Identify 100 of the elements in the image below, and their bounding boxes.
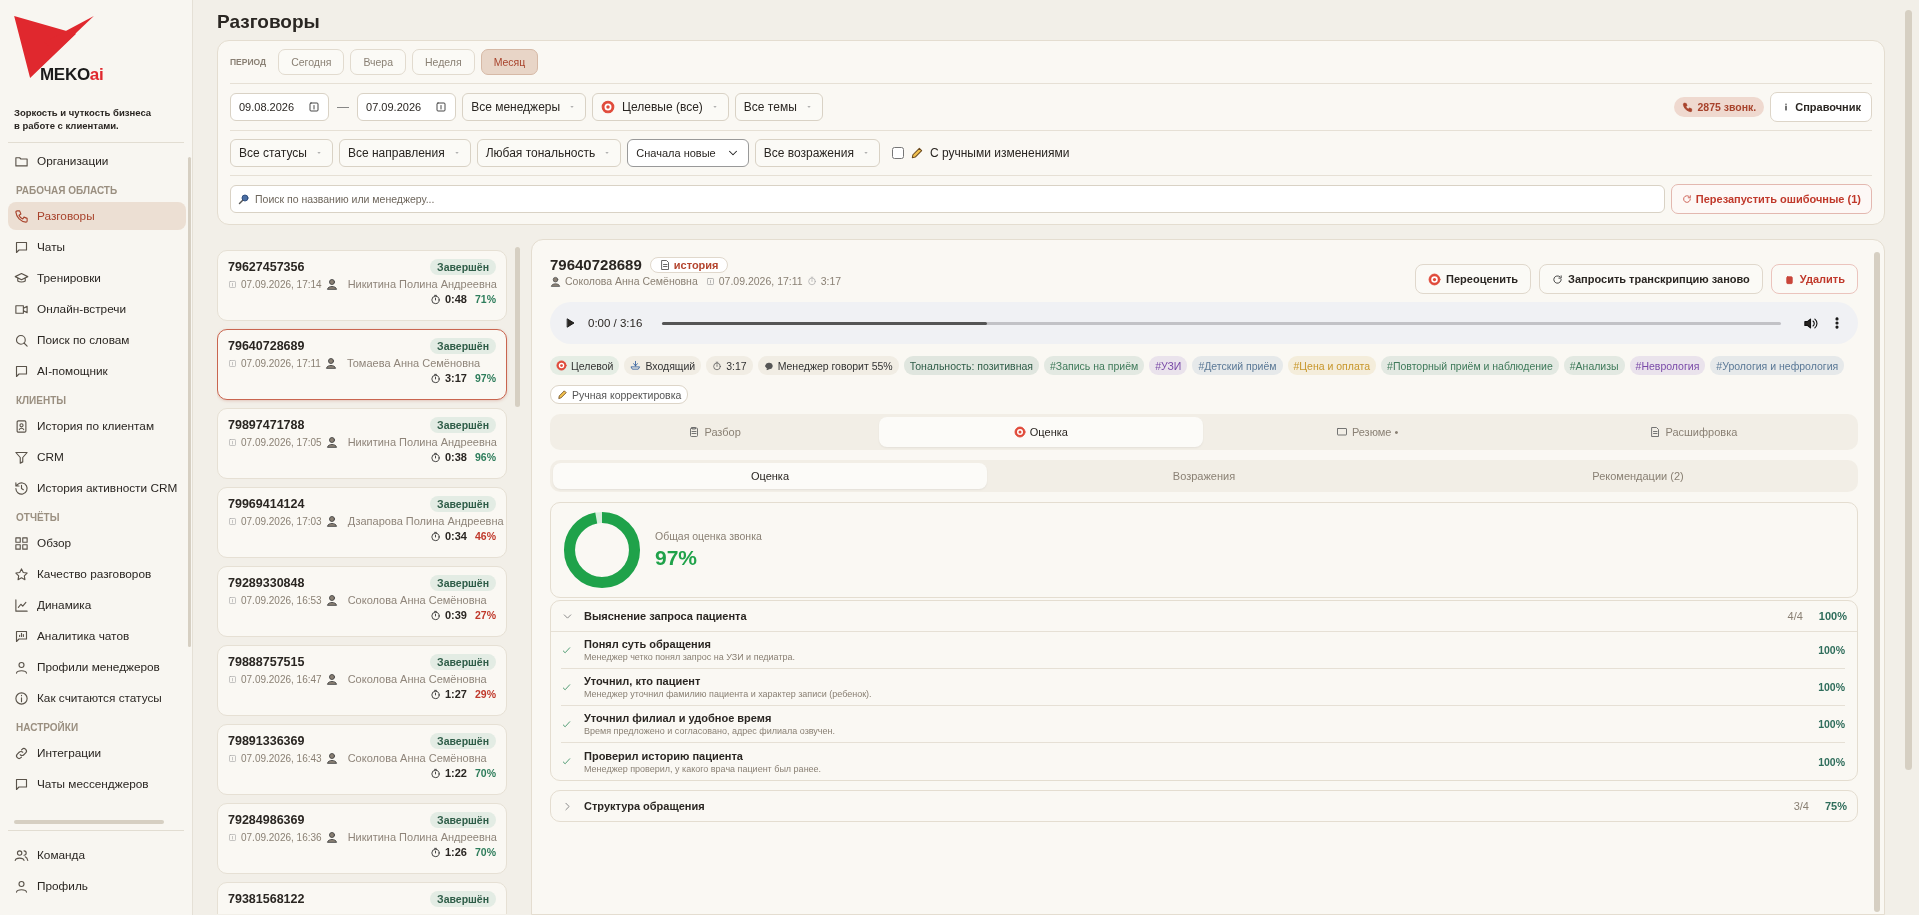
nav-item[interactable]: Динамика [8,591,186,619]
call-date: 07.09.2026, 17:11 [718,275,803,287]
dropdown[interactable]: Все возражения [754,139,880,167]
grid-icon [14,535,29,551]
call-card[interactable]: 79891336369 Завершён 07.09.2026, 16:43 Соколова Анна Семёновна 1:22 70% [217,724,507,795]
criterion-percent: 100% [1818,681,1845,693]
call-card[interactable]: 79640728689 Завершён 07.09.2026, 17:11 Томаева Анна Семёновна 3:17 97% [217,329,507,400]
calendar-icon [228,753,237,763]
scrollbar-thumb[interactable] [1905,10,1912,770]
target-icon [601,100,616,114]
nav-item[interactable]: Профиль [8,872,184,900]
tab[interactable]: Расшифровка [1531,417,1855,447]
person-icon [550,275,561,287]
nav-item[interactable]: Аналитика чатов [8,622,186,650]
tab[interactable]: Оценка [879,417,1203,447]
call-duration: 0:39 [444,609,467,621]
period-label: ПЕРИОД [230,57,267,67]
nav-item[interactable]: Чаты [8,233,186,261]
call-card[interactable]: 79289330848 Завершён 07.09.2026, 16:53 Соколова Анна Семёновна 0:39 27% [217,566,507,637]
date-separator: — [337,100,350,114]
nav-item[interactable]: Поиск по словам [8,326,186,354]
rescore-button[interactable]: Переоценить [1415,264,1532,294]
tag-chip: Ручная корректировка [550,385,689,404]
monitor-icon [1335,426,1348,438]
call-duration: 3:17 [820,275,842,287]
reference-button[interactable]: Справочник [1770,92,1872,122]
dropdown[interactable]: Все менеджеры [462,93,587,121]
refresh-icon [1681,194,1692,204]
calls-count-badge: 2875 звонк. [1674,97,1765,117]
nav-item[interactable]: Организации [8,147,186,175]
period-tab[interactable]: Сегодня [278,49,345,75]
period-tab[interactable]: Вчера [350,49,407,75]
call-card[interactable]: 79888757515 Завершён 07.09.2026, 16:47 Соколова Анна Семёновна 1:27 29% [217,645,507,716]
calendar-icon [228,279,237,289]
criterion-title: Понял суть обращения [584,638,712,650]
funnel-icon [14,449,29,465]
nav-item[interactable]: Качество разговоров [8,560,186,588]
nav-item[interactable]: Разговоры [8,202,186,230]
section-header[interactable]: Выяснение запроса пациента 4/4 100% [551,601,1857,631]
tag-chip: #Запись на приём [1044,356,1145,375]
period-tab[interactable]: Неделя [412,49,475,75]
dropdown[interactable]: Все направления [338,139,471,167]
section-count: 3/4 [1793,800,1809,812]
nav-item[interactable]: Профили менеджеров [8,653,186,681]
tab[interactable]: Резюме • [1205,417,1529,447]
call-date: 07.09.2026, 17:03 [241,515,322,527]
phone-number: 79969414124 [228,497,305,511]
phone-number: 79284986369 [228,813,305,827]
tag-chip: #Детский приём [1192,356,1283,375]
dropdown[interactable]: Любая тональность [476,139,622,167]
timer-icon [429,451,441,463]
subtab[interactable]: Рекомендации (2) [1421,463,1855,489]
nav-item[interactable]: Как считаются статусы [8,684,186,712]
nav-item[interactable]: История активности CRM [8,474,186,502]
call-date: 07.09.2026, 17:05 [241,436,322,448]
calendar-icon [228,674,237,684]
call-duration: 1:26 [444,846,467,858]
retry-button[interactable]: Запросить транскрипцию заново [1539,264,1763,294]
section-header[interactable]: Структура обращения 3/4 75% [551,791,1857,821]
scrollbar-thumb[interactable] [14,820,164,824]
nav-item[interactable]: Интеграции [8,739,186,767]
call-card[interactable]: 79284986369 Завершён 07.09.2026, 16:36 Никитина Полина Андреевна 1:26 70% [217,803,507,874]
call-card[interactable]: 79969414124 Завершён 07.09.2026, 17:03 Дзапарова Полина Андреевна 0:34 46% [217,487,507,558]
nav-item[interactable]: Онлайн-встречи [8,295,186,323]
nav-item[interactable]: CRM [8,443,186,471]
nav-item[interactable]: Обзор [8,529,186,557]
timer-icon [712,360,723,371]
tag-chip: #Цена и оплата [1287,356,1377,375]
tag-chip: Менеджер говорит 55% [757,356,899,375]
nav-item[interactable]: AI-помощник [8,357,186,385]
checkbox-label[interactable]: С ручными изменениями [929,146,1070,160]
manager-name: Никитина Полина Андреевна [347,278,497,290]
scrollbar-thumb[interactable] [515,247,520,407]
dropdown[interactable]: Целевые (все) [592,93,729,121]
nav-item[interactable]: Команда [8,841,184,869]
subtab[interactable]: Оценка [553,463,987,489]
delete-button[interactable]: Удалить [1770,264,1858,294]
person-icon [14,659,29,675]
sort-select[interactable]: Сначала новые [627,139,749,167]
period-tab[interactable]: Месяц [480,49,539,75]
call-card[interactable]: 79627457356 Завершён 07.09.2026, 17:14 Никитина Полина Андреевна 0:48 71% [217,250,507,321]
date-field[interactable]: 09.08.2026 [230,93,330,121]
nav-item[interactable]: Тренировки [8,264,186,292]
tab[interactable]: Разбор [553,417,877,447]
calendar-icon [308,101,321,113]
history-badge[interactable]: история [649,256,728,273]
nav-item[interactable]: Чаты мессенджеров [8,770,186,798]
audio-player[interactable]: 0:00 / 3:16 [550,302,1858,344]
date-field[interactable]: 07.09.2026 [357,93,457,121]
checkbox[interactable] [891,147,904,159]
restart-button[interactable]: Перезапустить ошибочные (1) [1670,184,1872,214]
call-card[interactable]: 79381568122 Завершён [217,882,507,914]
subtab[interactable]: Возражения [987,463,1421,489]
search-field[interactable]: Поиск по названию или менеджеру... [230,185,1665,213]
dropdown[interactable]: Все темы [734,93,823,121]
nav-item[interactable]: История по клиентам [8,412,186,440]
progress-track[interactable] [662,321,1781,325]
dropdown[interactable]: Все статусы [230,139,333,167]
call-card[interactable]: 79897471788 Завершён 07.09.2026, 17:05 Никитина Полина Андреевна 0:38 96% [217,408,507,479]
scrollbar-thumb[interactable] [1874,252,1880,912]
